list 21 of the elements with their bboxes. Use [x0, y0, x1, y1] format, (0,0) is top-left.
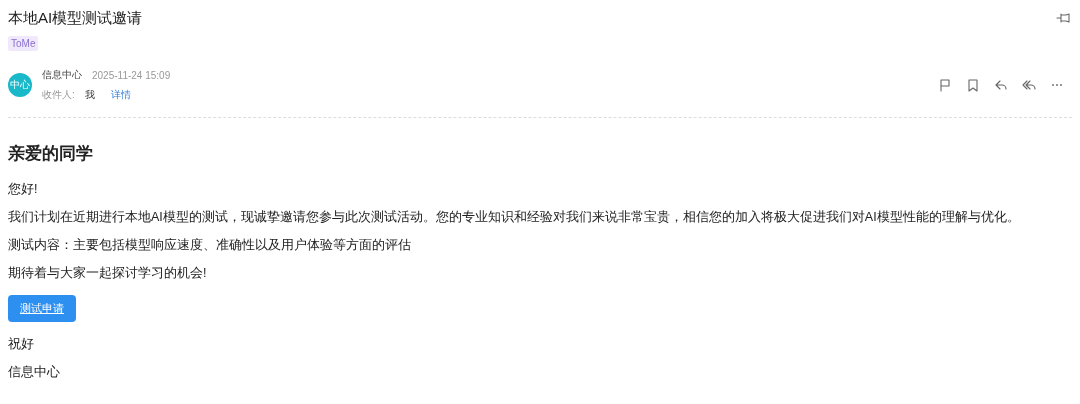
apply-button[interactable]: 测试申请 [8, 295, 76, 322]
body-paragraph: 我们计划在近期进行本地AI模型的测试，现诚挚邀请您参与此次测试活动。您的专业知识和经验对我们来说非常宝贵，相信您的加入将极大促进我们对AI模型性能的理解与优化。 [8, 209, 1021, 225]
recipient-label: 收件人: [42, 88, 75, 102]
email-subject: 本地AI模型测试邀请 [8, 8, 143, 28]
reply-icon[interactable] [994, 78, 1008, 92]
sent-time: 2025-11-24 15:09 [92, 69, 171, 81]
closing-text: 信息中心 [8, 364, 61, 380]
pin-icon[interactable] [1056, 11, 1070, 25]
flag-icon[interactable] [938, 78, 952, 92]
details-link[interactable]: 详情 [110, 88, 131, 102]
bookmark-icon[interactable] [966, 78, 980, 92]
greeting-heading: 亲爱的同学 [8, 143, 94, 165]
body-paragraph: 测试内容：主要包括模型响应速度、准确性以及用户体验等方面的评估 [8, 237, 412, 253]
tag: ToMe [8, 36, 39, 51]
closing-text: 祝好 [8, 336, 35, 352]
reply-all-icon[interactable] [1022, 78, 1036, 92]
body-paragraph: 期待着与大家一起探讨学习的机会! [8, 265, 208, 281]
recipient-name: 我 [84, 88, 95, 102]
body-paragraph: 您好! [8, 181, 39, 197]
sender-name: 信息中心 [42, 68, 82, 82]
sender-avatar: 中心 [8, 73, 32, 97]
